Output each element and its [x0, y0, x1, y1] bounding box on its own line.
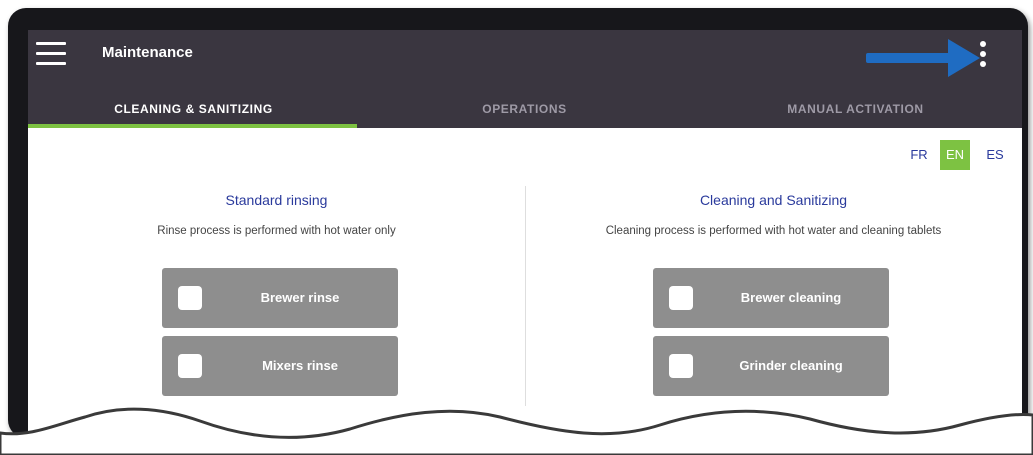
cleaning-sanitizing-panel: Cleaning and Sanitizing Cleaning process…	[525, 190, 1022, 239]
option-label: Brewer rinse	[260, 290, 340, 305]
hamburger-menu-icon[interactable]	[36, 42, 66, 65]
panel-title: Standard rinsing	[225, 192, 328, 208]
panel-title: Cleaning and Sanitizing	[699, 192, 848, 208]
checkbox[interactable]	[669, 354, 693, 378]
tab-cleaning-sanitizing[interactable]: CLEANING & SANITIZING	[28, 90, 359, 128]
panel-description: Cleaning process is performed with hot w…	[605, 225, 942, 237]
brewer-rinse-option[interactable]: Brewer rinse	[162, 268, 398, 328]
brewer-cleaning-option[interactable]: Brewer cleaning	[653, 268, 889, 328]
option-label: Grinder cleaning	[739, 358, 843, 373]
tab-manual-activation[interactable]: MANUAL ACTIVATION	[690, 90, 1021, 128]
language-en[interactable]: EN	[940, 140, 970, 170]
tab-bar: CLEANING & SANITIZING OPERATIONS MANUAL …	[28, 90, 1022, 128]
standard-rinsing-panel: Standard rinsing Rinse process is perfor…	[28, 190, 525, 239]
grinder-cleaning-option[interactable]: Grinder cleaning	[653, 336, 889, 396]
checkbox[interactable]	[178, 354, 202, 378]
tab-operations[interactable]: OPERATIONS	[359, 90, 690, 128]
panel-description: Rinse process is performed with hot wate…	[157, 225, 396, 237]
language-fr[interactable]: FR	[904, 140, 934, 170]
language-switcher: FR EN ES	[28, 140, 1022, 170]
language-es[interactable]: ES	[980, 140, 1010, 170]
checkbox[interactable]	[178, 286, 202, 310]
mixers-rinse-option[interactable]: Mixers rinse	[162, 336, 398, 396]
app-screen: Maintenance CLEANING & SANITIZING OPERAT…	[28, 30, 1022, 450]
active-tab-indicator	[28, 124, 357, 128]
page-title: Maintenance	[102, 44, 193, 61]
torn-edge-decoration	[0, 407, 1033, 455]
checkbox[interactable]	[669, 286, 693, 310]
option-label: Mixers rinse	[262, 358, 338, 373]
option-label: Brewer cleaning	[740, 290, 842, 305]
pointer-arrow-icon	[866, 39, 980, 77]
